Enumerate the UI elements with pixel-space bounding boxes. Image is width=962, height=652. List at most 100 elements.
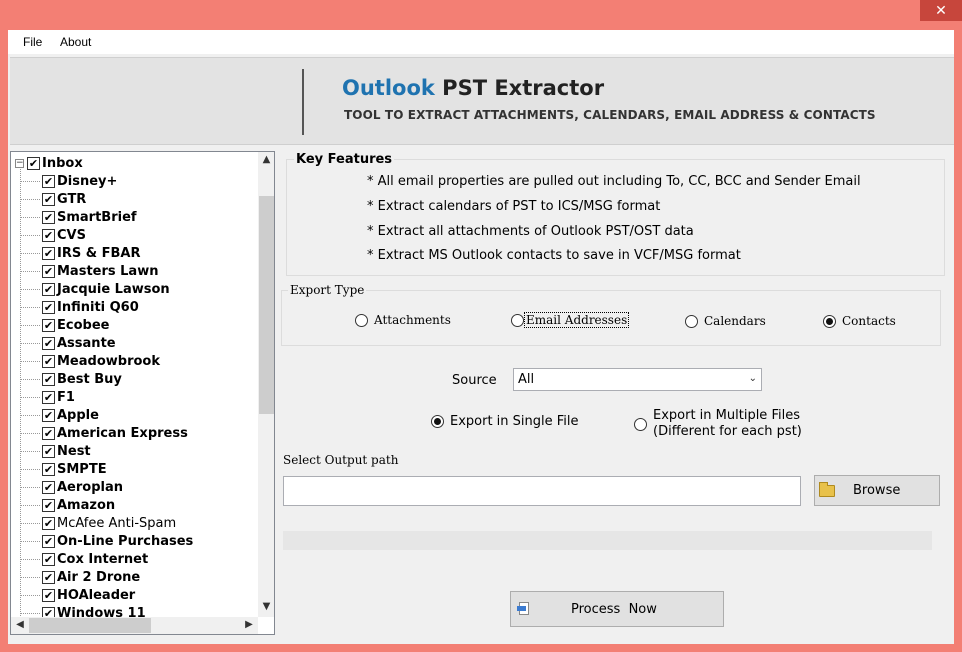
tree-item-checkbox[interactable]: ✔: [42, 552, 55, 566]
header-banner: Outlook PST Extractor TOOL TO EXTRACT AT…: [10, 57, 954, 145]
tree-item-checkbox[interactable]: ✔: [42, 390, 55, 404]
tree-item[interactable]: ✔ Ecobee: [19, 316, 193, 334]
tree-item[interactable]: ✔ Infiniti Q60: [19, 298, 193, 316]
tree-root-label: Inbox: [42, 155, 83, 171]
tree-item-checkbox[interactable]: ✔: [42, 336, 55, 350]
tree-item[interactable]: ✔ Disney+: [19, 172, 193, 190]
progress-bar: [283, 531, 932, 550]
radio-calendars[interactable]: Calendars: [685, 314, 766, 328]
tree-item-label: Cox Internet: [57, 551, 149, 567]
tree-item[interactable]: ✔ Amazon: [19, 496, 193, 514]
tree-item[interactable]: ✔ American Express: [19, 424, 193, 442]
tree-item[interactable]: ✔ Aeroplan: [19, 478, 193, 496]
radio-single-file-circle[interactable]: [431, 415, 444, 428]
tree-item[interactable]: ✔ GTR: [19, 190, 193, 208]
tree-item-checkbox[interactable]: ✔: [42, 426, 55, 440]
tree-item-checkbox[interactable]: ✔: [42, 300, 55, 314]
radio-multiple-files-circle[interactable]: [634, 417, 647, 431]
tree-item-checkbox[interactable]: ✔: [42, 228, 55, 242]
tree-item-checkbox[interactable]: ✔: [42, 354, 55, 368]
tree-item-label: Jacquie Lawson: [57, 281, 170, 297]
radio-contacts-circle[interactable]: [823, 314, 836, 328]
tree-item-checkbox[interactable]: ✔: [42, 588, 55, 602]
tree-item[interactable]: ✔ IRS & FBAR: [19, 244, 193, 262]
menu-about[interactable]: About: [60, 35, 91, 49]
scroll-right-icon[interactable]: ▶: [242, 619, 256, 633]
tree-root-inbox[interactable]: − ✔ Inbox: [15, 154, 83, 172]
tree-item-checkbox[interactable]: ✔: [42, 174, 55, 188]
tree-item[interactable]: ✔ HOAleader: [19, 586, 193, 604]
tree-item-label: Disney+: [57, 173, 118, 189]
vertical-scrollbar[interactable]: ▲ ▼: [258, 152, 274, 617]
tree-item-checkbox[interactable]: ✔: [42, 372, 55, 386]
radio-email-addresses-circle[interactable]: [511, 313, 524, 327]
menu-file[interactable]: File: [23, 35, 42, 49]
tree-item[interactable]: ✔ CVS: [19, 226, 193, 244]
feature-item: * All email properties are pulled out in…: [367, 174, 861, 189]
browse-button[interactable]: Browse: [814, 475, 940, 506]
source-dropdown[interactable]: All ⌄: [513, 368, 762, 391]
scroll-thumb-vertical[interactable]: [259, 196, 274, 414]
tree-item-checkbox[interactable]: ✔: [42, 480, 55, 494]
checkbox-inbox[interactable]: ✔: [27, 156, 40, 170]
tree-item[interactable]: ✔ Air 2 Drone: [19, 568, 193, 586]
scroll-down-icon[interactable]: ▼: [258, 601, 274, 615]
tree-item-label: CVS: [57, 227, 86, 243]
menu-bar: File About: [8, 30, 954, 54]
app-window: File About Outlook PST Extractor TOOL TO…: [8, 30, 954, 644]
tree-item[interactable]: ✔ F1: [19, 388, 193, 406]
tree-item[interactable]: ✔ Meadowbrook: [19, 352, 193, 370]
tree-item-checkbox[interactable]: ✔: [42, 318, 55, 332]
tree-item[interactable]: ✔ Best Buy: [19, 370, 193, 388]
tree-item-checkbox[interactable]: ✔: [42, 264, 55, 278]
process-now-button[interactable]: Process Now: [510, 591, 724, 627]
close-icon: ✕: [935, 2, 947, 19]
chevron-down-icon[interactable]: ⌄: [749, 373, 757, 384]
scroll-thumb-horizontal[interactable]: [29, 618, 151, 633]
process-icon: [517, 602, 531, 616]
radio-contacts-label: Contacts: [842, 314, 896, 328]
tree-item[interactable]: ✔ On-Line Purchases: [19, 532, 193, 550]
export-type-legend: Export Type: [288, 283, 367, 297]
horizontal-scrollbar[interactable]: ◀ ▶: [11, 617, 258, 634]
radio-multiple-files[interactable]: Export in Multiple Files (Different for …: [634, 408, 802, 440]
folder-tree[interactable]: − ✔ Inbox ✔ Disney+ ✔ GTR ✔ SmartBrief ✔ CVS ✔ IR…: [10, 151, 275, 635]
tree-item[interactable]: ✔ Masters Lawn: [19, 262, 193, 280]
tree-item-checkbox[interactable]: ✔: [42, 570, 55, 584]
tree-item-checkbox[interactable]: ✔: [42, 246, 55, 260]
radio-multiple-files-line2: (Different for each pst): [653, 424, 802, 439]
tree-item[interactable]: ✔ McAfee Anti-Spam: [19, 514, 193, 532]
close-button[interactable]: ✕: [920, 0, 962, 21]
tree-item[interactable]: ✔ SMPTE: [19, 460, 193, 478]
tree-item-checkbox[interactable]: ✔: [42, 282, 55, 296]
tree-item-checkbox[interactable]: ✔: [42, 210, 55, 224]
tree-item[interactable]: ✔ Cox Internet: [19, 550, 193, 568]
tree-item[interactable]: ✔ Assante: [19, 334, 193, 352]
tree-item[interactable]: ✔ Apple: [19, 406, 193, 424]
radio-single-file[interactable]: Export in Single File: [431, 414, 579, 429]
radio-attachments[interactable]: Attachments: [355, 313, 451, 327]
tree-item-label: Assante: [57, 335, 116, 351]
collapse-icon[interactable]: −: [15, 158, 24, 168]
tree-item-checkbox[interactable]: ✔: [42, 192, 55, 206]
radio-attachments-label: Attachments: [374, 313, 451, 327]
scroll-left-icon[interactable]: ◀: [13, 619, 27, 633]
tree-item[interactable]: ✔ Nest: [19, 442, 193, 460]
radio-email-addresses[interactable]: Email Addresses: [511, 312, 630, 328]
scroll-up-icon[interactable]: ▲: [258, 154, 274, 168]
radio-contacts[interactable]: Contacts: [823, 314, 896, 328]
radio-calendars-circle[interactable]: [685, 314, 698, 328]
feature-item: * Extract all attachments of Outlook PST…: [367, 224, 694, 239]
tree-item[interactable]: ✔ Jacquie Lawson: [19, 280, 193, 298]
tree-item-checkbox[interactable]: ✔: [42, 462, 55, 476]
tree-item-checkbox[interactable]: ✔: [42, 516, 55, 530]
tree-item-checkbox[interactable]: ✔: [42, 534, 55, 548]
browse-button-label: Browse: [853, 483, 901, 498]
output-path-input[interactable]: [283, 476, 801, 506]
tree-item-checkbox[interactable]: ✔: [42, 408, 55, 422]
tree-item[interactable]: ✔ SmartBrief: [19, 208, 193, 226]
tree-item-checkbox[interactable]: ✔: [42, 498, 55, 512]
radio-attachments-circle[interactable]: [355, 313, 368, 327]
tree-item-checkbox[interactable]: ✔: [42, 444, 55, 458]
tree-item-label: HOAleader: [57, 587, 136, 603]
